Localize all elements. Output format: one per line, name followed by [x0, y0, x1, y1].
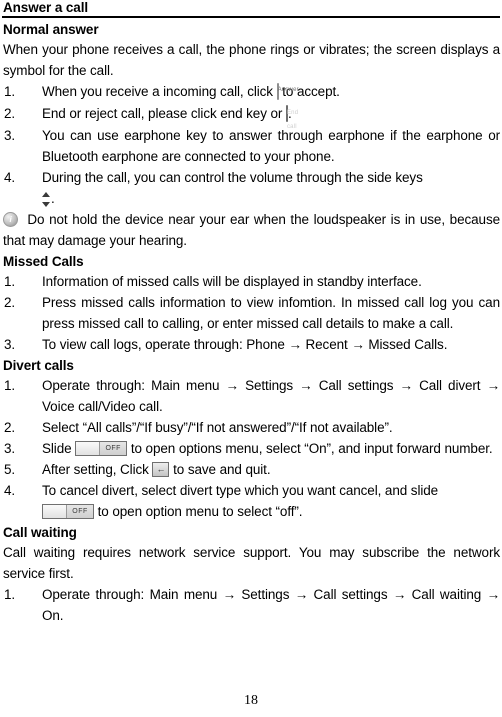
list-item: 2. Select “All calls”/“If busy”/“If not a…	[2, 417, 500, 438]
list-number: 2.	[4, 294, 16, 310]
list-number: 2.	[4, 105, 16, 121]
toggle-knob	[76, 441, 101, 455]
list-item: 1. Operate through: Main menu → Settings …	[2, 375, 500, 417]
list-item: 4. During the call, you can control the v…	[2, 167, 500, 209]
list-item: 3. To view call logs, operate through: Ph…	[2, 334, 500, 355]
heading-divert-calls: Divert calls	[3, 357, 74, 373]
list-item-text-before: After setting, Click	[42, 461, 149, 477]
list-item-text-before: Slide	[42, 440, 72, 456]
list-item-text: Press missed calls information to view i…	[42, 294, 500, 331]
header-divider-rule	[2, 16, 500, 18]
list-number: 1.	[4, 84, 16, 99]
page-header-title: Answer a call	[3, 0, 88, 15]
list-item: 3. You can use earphone key to answer thr…	[2, 125, 500, 167]
list-item: 1. Information of missed calls will be di…	[2, 271, 500, 292]
paragraph-call-waiting-intro: Call waiting requires network service su…	[3, 544, 500, 581]
toggle-knob	[43, 504, 67, 518]
off-toggle-switch[interactable]: OFF	[75, 440, 128, 456]
toggle-off-label: OFF	[67, 504, 93, 518]
list-number: 4.	[4, 169, 16, 185]
list-number: 3.	[4, 336, 16, 352]
list-number: 3.	[4, 440, 16, 456]
list-item: 5. After setting, Click ← to save and qui…	[2, 459, 500, 480]
page-number: 18	[244, 693, 258, 708]
list-item-text-before: During the call, you can control the vol…	[42, 169, 423, 185]
list-item: 3. Slide OFF to open options menu, select…	[2, 438, 500, 459]
list-item: 2. Press missed calls information to view…	[2, 292, 500, 334]
list-number: 5.	[4, 461, 16, 477]
note-text: Do not hold the device near your ear whe…	[3, 211, 500, 248]
volume-side-keys-icon	[42, 191, 51, 207]
back-arrow-button[interactable]: ←	[152, 461, 170, 477]
list-item-text-after: to open options menu, select “On”, and i…	[130, 440, 493, 456]
list-number: 3.	[4, 127, 16, 143]
list-item-text-after: to open option menu to select “off”.	[97, 503, 303, 519]
note-info-icon	[3, 211, 18, 227]
back-arrow-icon: ←	[156, 463, 166, 474]
off-toggle-switch[interactable]: OFF	[42, 503, 94, 519]
paragraph-normal-answer-intro: When your phone receives a call, the pho…	[3, 42, 500, 78]
heading-call-waiting: Call waiting	[3, 524, 77, 540]
list-item-text: Operate through: Main menu → Settings → …	[42, 586, 500, 623]
list-number: 4.	[4, 482, 16, 498]
answer-button-image[interactable]: Answer	[276, 81, 299, 102]
list-number: 2.	[4, 419, 16, 435]
list-item-text: Select “All calls”/“If busy”/“If not ans…	[42, 419, 393, 435]
list-item: 1. When you receive a incoming call, clic…	[2, 81, 500, 103]
list-number: 1.	[4, 273, 16, 289]
list-item: 4. To cancel divert, select divert type w…	[2, 480, 500, 522]
heading-missed-calls: Missed Calls	[3, 253, 84, 269]
list-item-text-before: End or reject call, please click end key…	[42, 105, 283, 121]
list-item-text: You can use earphone key to answer throu…	[42, 127, 500, 164]
list-item-text-before: When you receive a incoming call, click	[42, 84, 273, 99]
list-item-text: Operate through: Main menu → Settings → …	[42, 377, 500, 414]
list-number: 1.	[4, 586, 16, 602]
note-paragraph: Do not hold the device near your ear whe…	[2, 209, 500, 251]
toggle-off-label: OFF	[100, 441, 127, 455]
list-item-text: To view call logs, operate through: Phon…	[42, 336, 448, 352]
list-number: 1.	[4, 377, 16, 393]
heading-normal-answer: Normal answer	[3, 22, 99, 37]
list-item-text: Information of missed calls will be disp…	[42, 273, 422, 289]
list-item-text-after: .	[51, 190, 55, 206]
list-item: 2. End or reject call, please click end k…	[2, 103, 500, 130]
list-item: 1. Operate through: Main menu → Settings …	[2, 584, 500, 626]
document-page: Answer a call Normal answer When your ph…	[0, 0, 502, 717]
list-item-text-after: to save and quit.	[173, 461, 271, 477]
end-call-button-image[interactable]: End call	[285, 103, 298, 130]
list-item-text-before: To cancel divert, select divert type whi…	[42, 482, 439, 498]
